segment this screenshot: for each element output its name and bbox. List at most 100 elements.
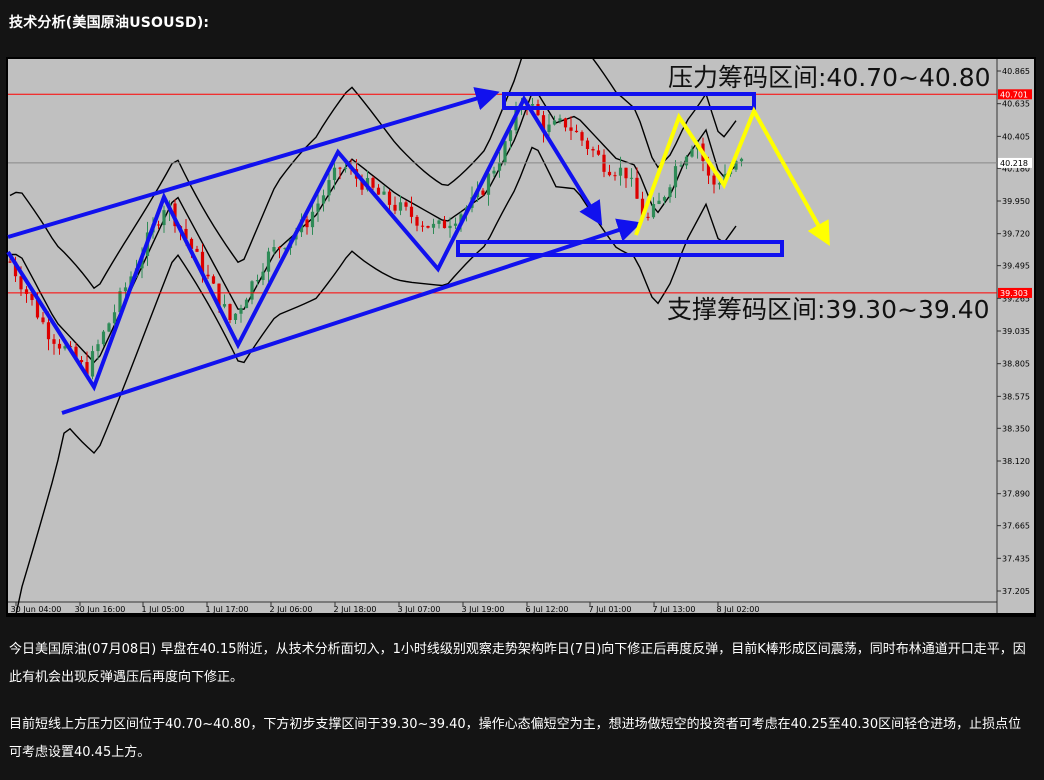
resistance-annotation: 压力筹码区间:40.70~40.80 [668,63,991,92]
x-tick-label: 1 Jul 17:00 [206,605,249,614]
candle-body [618,167,623,176]
candle-body [343,168,348,170]
analysis-paragraph-1: 今日美国原油(07月08日) 早盘在40.15附近，从技术分析面切入，1小时线级… [9,642,1026,685]
candle-body [690,149,694,157]
candle-body [607,171,612,176]
candle-body [442,220,447,229]
x-tick-label: 30 Jun 16:00 [75,605,126,614]
candle-body [574,130,579,133]
y-tick-label: 40.405 [1002,132,1030,141]
candle-body [629,177,634,179]
y-tick-label: 39.720 [1002,230,1030,239]
candle-body [46,322,51,340]
y-tick-label: 37.890 [1002,490,1030,499]
candle-body [52,339,56,344]
candle-body [387,191,392,205]
candle-body [448,225,452,229]
candle-body [569,127,573,131]
x-tick-label: 2 Jul 18:00 [334,605,377,614]
x-tick-label: 7 Jul 01:00 [589,605,632,614]
candle-body [712,175,716,185]
support-price-tag: 39.303 [1000,289,1028,298]
candle-body [552,120,557,125]
candle-body [338,167,342,169]
y-tick-label: 38.350 [1002,424,1030,433]
x-tick-label: 6 Jul 12:00 [526,605,569,614]
candle-body [492,170,496,174]
page-title: 技术分析(美国原油USOUSD): [9,15,210,31]
x-tick-label: 2 Jul 06:00 [270,605,313,614]
candle-body [255,280,260,282]
y-tick-label: 38.575 [1002,392,1030,401]
candle-body [228,304,232,321]
candle-body [277,247,282,249]
candle-body [211,276,216,284]
candle-body [156,224,161,226]
candle-body [107,323,111,332]
candle-body [503,141,507,163]
candle-body [591,149,595,151]
candle-body [79,360,84,363]
candle-body [481,190,485,195]
candle-body [332,167,337,181]
candle-body [222,304,227,307]
candle-body [261,271,265,281]
candle-body [431,223,436,228]
y-tick-label: 39.495 [1002,262,1030,271]
y-tick-label: 38.120 [1002,457,1030,466]
candle-body [376,187,381,195]
candle-body [657,200,661,205]
y-tick-label: 39.950 [1002,197,1030,206]
candle-body [41,317,45,323]
candle-body [530,104,535,106]
candle-body [739,158,744,162]
x-tick-label: 7 Jul 13:00 [653,605,696,614]
candle-body [233,313,238,321]
candle-body [563,118,568,128]
candle-body [585,140,590,150]
candle-body [415,216,419,226]
candle-body [596,150,601,155]
candle-body [123,287,128,292]
x-tick-label: 8 Jul 02:00 [717,605,760,614]
candle-body [404,202,408,207]
resistance-price-tag: 40.701 [1000,90,1028,99]
candle-body [426,225,430,228]
candle-body [453,223,458,226]
x-tick-label: 1 Jul 05:00 [142,605,185,614]
price-chart: 40.865 40.635 40.405 40.180 39.950 39.720 39.4… [6,57,1036,617]
y-tick-label: 37.665 [1002,522,1030,531]
candle-body [96,344,100,352]
candle-body [437,220,441,224]
candle-body [195,248,199,252]
candle-body [206,274,210,277]
candle-body [651,204,656,218]
candle-body [250,281,254,300]
candle-body [662,197,667,201]
candle-body [673,166,678,188]
y-tick-label: 40.865 [1002,67,1030,76]
candle-body [646,216,650,218]
candle-body [327,180,331,196]
y-tick-label: 40.635 [1002,100,1030,109]
candle-body [101,331,106,345]
candle-body [684,156,689,166]
candle-body [266,251,271,272]
candle-body [420,225,425,227]
candle-body [558,118,562,121]
y-tick-label: 38.805 [1002,360,1030,369]
x-tick-label: 3 Jul 19:00 [462,605,505,614]
candle-body [19,276,23,290]
candle-body [679,165,683,167]
candle-body [409,206,414,217]
candle-body [90,351,95,377]
candle-body [112,312,117,324]
candle-body [580,132,584,141]
candle-body [316,203,320,212]
candle-body [57,343,62,349]
candle-body [635,177,639,199]
candle-body [305,219,309,228]
candle-body [371,178,375,188]
y-tick-label: 37.435 [1002,554,1030,563]
candle-body [624,167,628,179]
